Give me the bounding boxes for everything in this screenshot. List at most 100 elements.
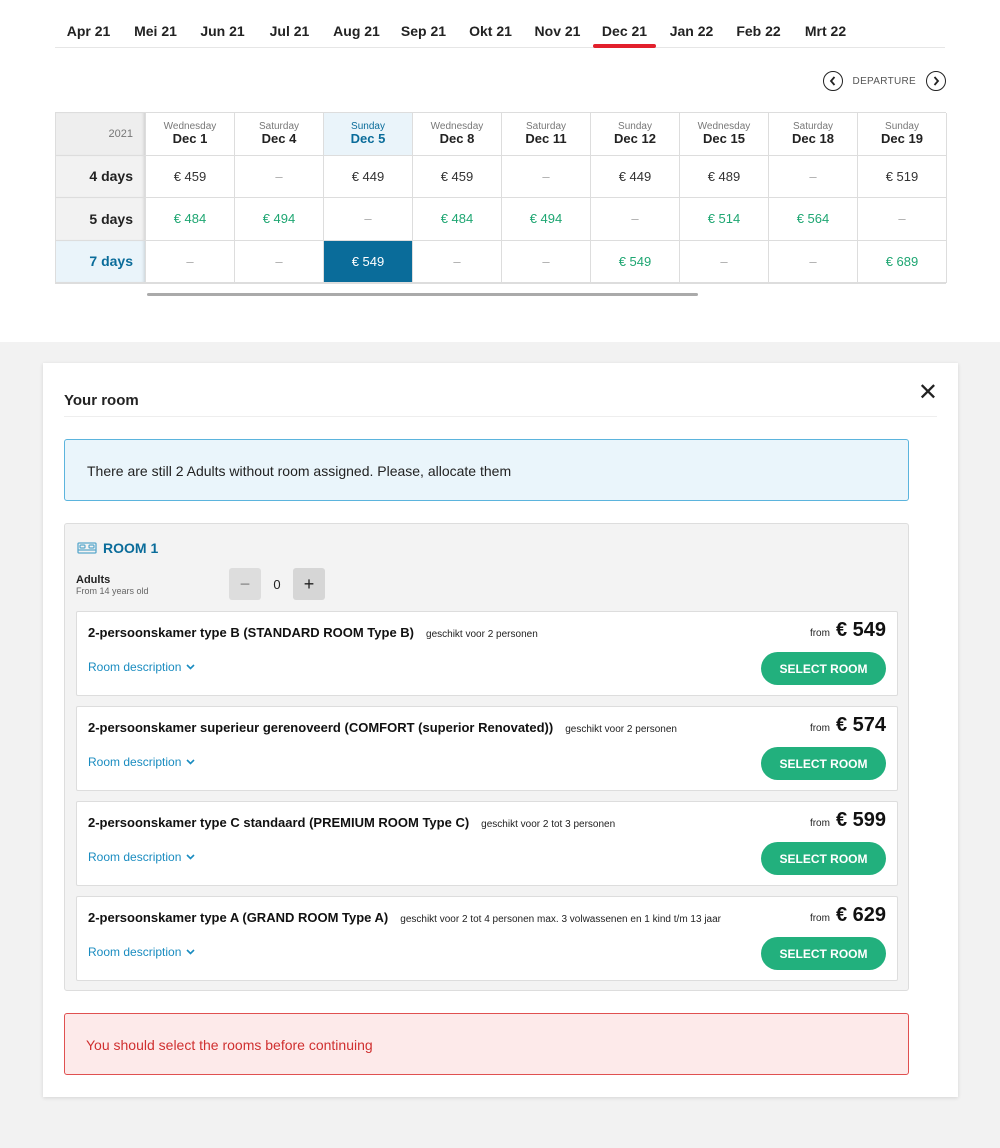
adults-label: Adults: [76, 574, 111, 586]
room-capacity: geschikt voor 2 personen: [565, 724, 677, 735]
room-header: ROOM 1: [77, 540, 158, 556]
price-cell-empty: –: [680, 240, 769, 283]
increment-button[interactable]: +: [293, 568, 325, 600]
chevron-down-icon: [186, 854, 195, 860]
date-header[interactable]: Sunday Dec 12: [591, 113, 680, 156]
month-tab[interactable]: Jul 21: [256, 0, 323, 47]
departure-label: DEPARTURE: [852, 75, 916, 87]
room-type-name: 2-persoonskamer type B (STANDARD ROOM Ty…: [88, 625, 415, 640]
price-cell-empty: –: [324, 198, 413, 241]
price-cell[interactable]: € 484: [413, 198, 502, 241]
month-tab[interactable]: Jun 21: [189, 0, 256, 47]
room-description-toggle[interactable]: Room description: [88, 755, 195, 769]
month-tab[interactable]: Mrt 22: [792, 0, 859, 47]
chevron-left-icon: [829, 76, 835, 86]
month-tab[interactable]: Apr 21: [55, 0, 122, 47]
adults-count: 0: [273, 576, 281, 592]
date-label: Dec 19: [881, 131, 923, 147]
room-description-label: Room description: [88, 660, 182, 674]
price-from-label: from: [809, 818, 830, 829]
month-tab[interactable]: Mei 21: [122, 0, 189, 47]
select-room-button[interactable]: SELECT ROOM: [761, 747, 886, 780]
departure-nav: DEPARTURE: [822, 71, 946, 91]
room-box: ROOM 1 Adults From 14 years old − 0 + 2-…: [64, 523, 909, 991]
error-alert: You should select the rooms before conti…: [64, 1013, 909, 1075]
date-header[interactable]: Saturday Dec 18: [769, 113, 858, 156]
room-capacity: geschikt voor 2 tot 3 personen: [481, 819, 616, 830]
room-description-toggle[interactable]: Room description: [88, 850, 195, 864]
month-tab[interactable]: Dec 21: [591, 0, 658, 48]
price-cell[interactable]: € 514: [680, 198, 769, 241]
price-cell-empty: –: [769, 240, 858, 283]
select-room-button[interactable]: SELECT ROOM: [761, 842, 886, 875]
price-cell[interactable]: € 459: [146, 155, 235, 198]
duration-label: 4 days: [56, 155, 146, 198]
price-cell-empty: –: [858, 198, 947, 241]
month-tab[interactable]: Feb 22: [725, 0, 792, 47]
horizontal-scrollbar[interactable]: [147, 293, 698, 296]
price-cell[interactable]: € 519: [858, 155, 947, 198]
room-title: ROOM 1: [103, 540, 159, 556]
month-tab[interactable]: Sep 21: [390, 0, 457, 47]
close-button[interactable]: ✕: [918, 378, 938, 407]
price-cell[interactable]: € 549: [591, 240, 680, 283]
month-tab[interactable]: Nov 21: [524, 0, 591, 47]
price-cell[interactable]: € 459: [413, 155, 502, 198]
select-room-button[interactable]: SELECT ROOM: [761, 652, 886, 685]
price-cell[interactable]: € 549: [324, 240, 413, 283]
date-header[interactable]: Sunday Dec 19: [858, 113, 947, 156]
room-description-toggle[interactable]: Room description: [88, 945, 195, 959]
duration-label: 5 days: [56, 198, 146, 241]
date-label: Dec 15: [703, 131, 745, 147]
room-price: from € 549: [810, 619, 886, 642]
price-cell[interactable]: € 489: [680, 155, 769, 198]
price-from-label: from: [809, 913, 830, 924]
date-header[interactable]: Wednesday Dec 1: [146, 113, 235, 156]
month-tab[interactable]: Jan 22: [658, 0, 725, 47]
select-room-button[interactable]: SELECT ROOM: [761, 937, 886, 970]
room-capacity: geschikt voor 2 personen: [426, 629, 538, 640]
price-cell-empty: –: [591, 198, 680, 241]
room-option-name: 2-persoonskamer type B (STANDARD ROOM Ty…: [88, 625, 538, 640]
price-amount: € 599: [835, 809, 886, 831]
adults-age-note: From 14 years old: [76, 586, 149, 596]
year-label: 2021: [56, 113, 146, 156]
info-alert: There are still 2 Adults without room as…: [64, 439, 909, 501]
price-cell[interactable]: € 494: [235, 198, 324, 241]
date-label: Dec 8: [439, 131, 475, 147]
date-header[interactable]: Sunday Dec 5: [324, 113, 413, 156]
adults-stepper: − 0 +: [229, 568, 325, 600]
date-header[interactable]: Saturday Dec 11: [502, 113, 591, 156]
price-cell[interactable]: € 449: [591, 155, 680, 198]
price-cell[interactable]: € 449: [324, 155, 413, 198]
chevron-down-icon: [186, 949, 195, 955]
price-from-label: from: [809, 628, 830, 639]
price-from-label: from: [809, 723, 830, 734]
divider: [64, 416, 937, 417]
prev-date-button[interactable]: [822, 71, 843, 91]
month-tab[interactable]: Okt 21: [457, 0, 524, 47]
room-description-label: Room description: [88, 755, 182, 769]
room-capacity: geschikt voor 2 tot 4 personen max. 3 vo…: [400, 914, 721, 925]
price-cell-empty: –: [413, 240, 502, 283]
room-price: from € 599: [810, 809, 886, 832]
room-description-toggle[interactable]: Room description: [88, 660, 195, 674]
room-option-name: 2-persoonskamer type C standaard (PREMIU…: [88, 815, 615, 830]
decrement-button[interactable]: −: [229, 568, 261, 600]
price-cell[interactable]: € 689: [858, 240, 947, 283]
price-cell[interactable]: € 494: [502, 198, 591, 241]
date-label: Dec 5: [350, 131, 386, 147]
date-header[interactable]: Wednesday Dec 15: [680, 113, 769, 156]
chevron-right-icon: [933, 76, 940, 86]
next-date-button[interactable]: [926, 71, 946, 91]
date-label: Dec 1: [172, 131, 208, 147]
date-header[interactable]: Saturday Dec 4: [235, 113, 324, 156]
date-label: Dec 18: [792, 131, 834, 147]
panel-title: Your room: [64, 392, 139, 409]
price-cell[interactable]: € 564: [769, 198, 858, 241]
room-description-label: Room description: [88, 945, 182, 959]
adults-info: Adults From 14 years old: [76, 574, 149, 596]
month-tab[interactable]: Aug 21: [323, 0, 390, 47]
price-cell[interactable]: € 484: [146, 198, 235, 241]
date-header[interactable]: Wednesday Dec 8: [413, 113, 502, 156]
